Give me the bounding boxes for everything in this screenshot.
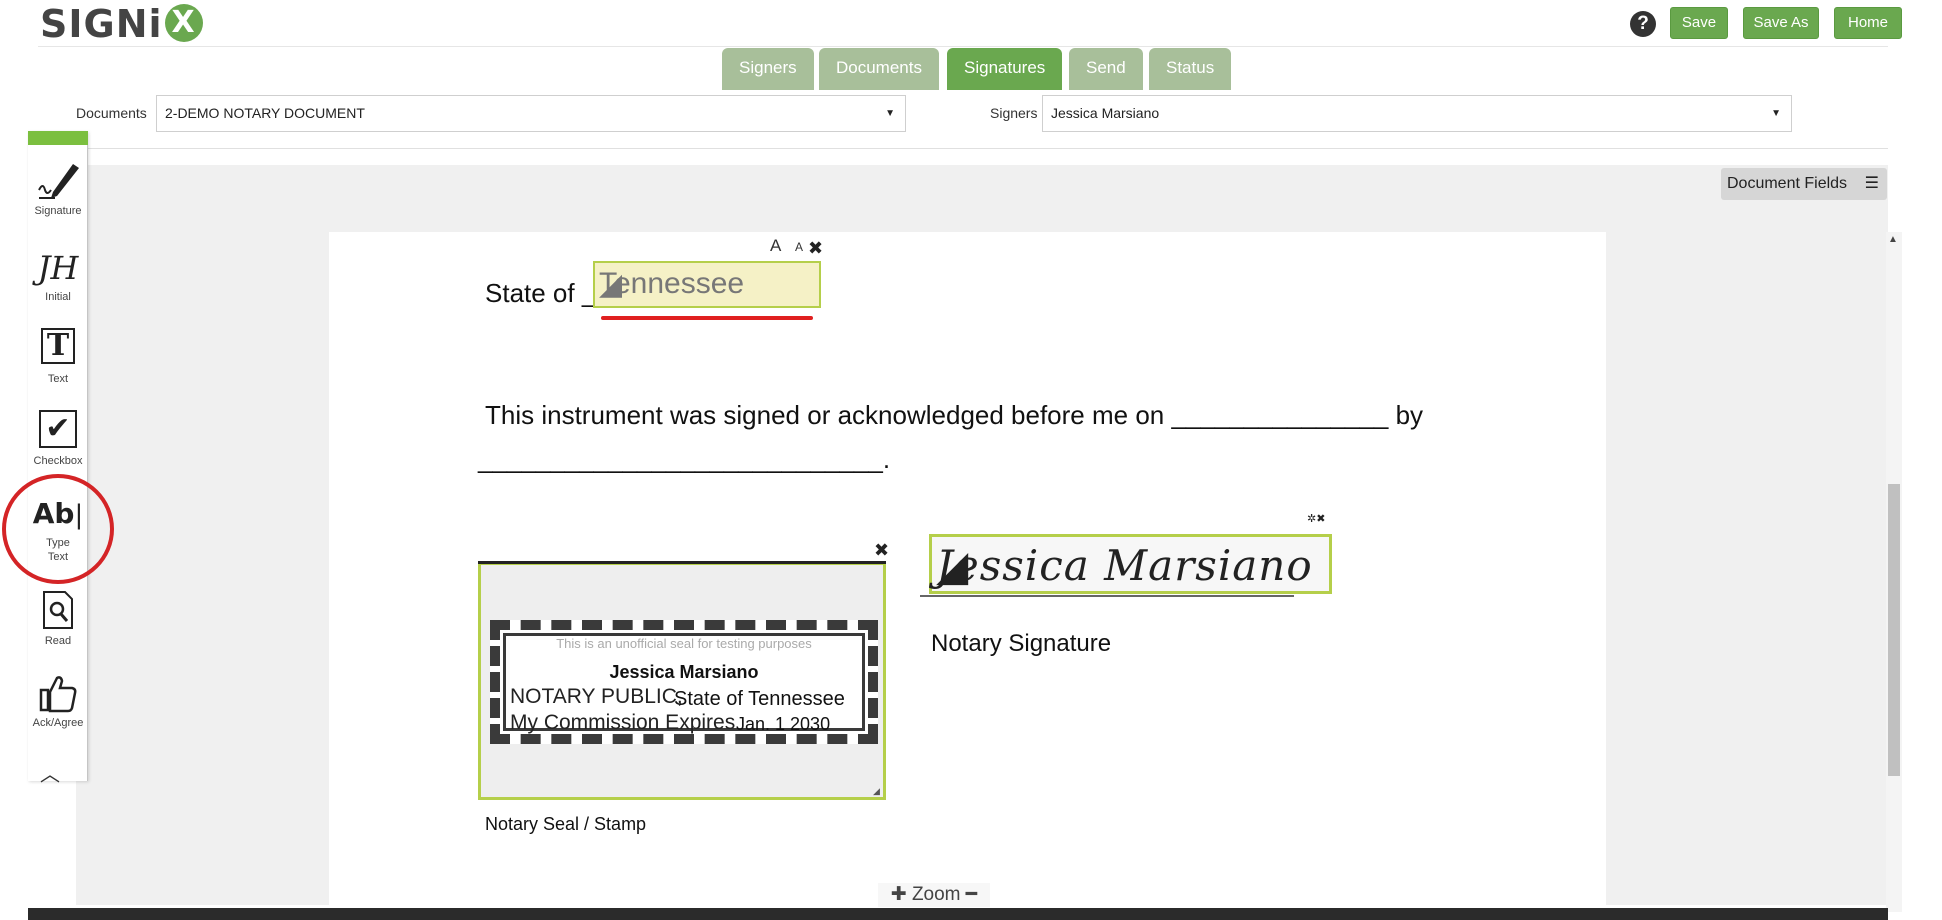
- palette-tool-signature[interactable]: Signature: [28, 160, 88, 218]
- seal-caption: Notary Seal / Stamp: [485, 814, 647, 834]
- field-palette: Signature JH Initial T Text ✔ Checkbox A…: [28, 131, 88, 781]
- signers-select[interactable]: Jessica Marsiano ▼: [1042, 95, 1792, 132]
- palette-header: [28, 131, 88, 145]
- seal-date: Jan. 1 2030: [736, 714, 831, 734]
- header-divider: [38, 46, 1888, 47]
- tab-send[interactable]: Send: [1069, 48, 1143, 90]
- documents-label: Documents: [76, 105, 147, 121]
- resize-handle-icon[interactable]: ◢: [599, 267, 817, 304]
- signix-logo: SIGNi X: [40, 4, 203, 44]
- signers-select-value: Jessica Marsiano: [1051, 105, 1160, 121]
- palette-tool-initial[interactable]: JH Initial: [28, 246, 88, 304]
- signature-line: [920, 595, 1294, 597]
- chevron-down-icon: ▼: [1771, 108, 1781, 119]
- initial-icon: JH: [37, 249, 79, 287]
- resize-handle-icon[interactable]: ◢: [873, 786, 880, 797]
- close-icon[interactable]: ✖: [1316, 513, 1325, 525]
- tab-documents[interactable]: Documents: [819, 48, 939, 90]
- checkbox-icon: ✔: [28, 410, 88, 454]
- seal-field-top-border: [478, 561, 886, 564]
- document-fields-label: Document Fields: [1727, 175, 1848, 192]
- selector-divider: [74, 148, 1888, 149]
- scrollbar-thumb[interactable]: [1888, 484, 1900, 776]
- seal-notary-public: NOTARY PUBLIC,: [510, 685, 683, 708]
- font-decrease-icon[interactable]: A: [795, 240, 803, 254]
- save-button[interactable]: Save: [1670, 7, 1728, 39]
- signers-label: Signers: [990, 105, 1038, 121]
- font-increase-icon[interactable]: A: [770, 236, 781, 256]
- zoom-control: ✚ Zoom ━: [878, 883, 990, 907]
- palette-label: Initial: [45, 291, 71, 303]
- tab-signatures[interactable]: Signatures: [947, 48, 1063, 90]
- palette-label: Signature: [34, 205, 82, 217]
- tab-signers[interactable]: Signers: [722, 48, 814, 90]
- signature-field[interactable]: Jessica Marsiano ◢: [929, 534, 1332, 594]
- palette-tool-checkbox[interactable]: ✔ Checkbox: [28, 410, 88, 468]
- instrument-text: This instrument was signed or acknowledg…: [485, 400, 1424, 430]
- palette-label: Ack/Agree: [32, 717, 84, 729]
- seal-note: This is an unofficial seal for testing p…: [556, 636, 812, 651]
- seal-name: Jessica Marsiano: [609, 662, 759, 682]
- notary-seal-image: This is an unofficial seal for testing p…: [490, 620, 878, 744]
- document-fields-button[interactable]: Document Fields ☰: [1721, 168, 1887, 200]
- help-icon[interactable]: ?: [1630, 11, 1656, 37]
- chevron-down-icon: ▼: [885, 108, 895, 119]
- palette-label: Read: [44, 635, 72, 647]
- zoom-in-icon[interactable]: ✚: [891, 884, 907, 905]
- save-as-button[interactable]: Save As: [1743, 7, 1819, 39]
- thumbs-up-icon: [28, 672, 88, 716]
- text-icon: T: [28, 328, 88, 372]
- palette-label: Checkbox: [33, 455, 83, 467]
- zoom-label: Zoom: [911, 884, 961, 905]
- seal-state: State of Tennessee: [674, 688, 845, 710]
- pen-icon: [28, 160, 88, 204]
- resize-handle-icon[interactable]: ◢: [936, 541, 1327, 590]
- highlight-underline: [601, 316, 813, 320]
- zoom-out-icon[interactable]: ━: [966, 884, 977, 905]
- palette-tool-ack-agree[interactable]: Ack/Agree: [28, 672, 88, 730]
- highlight-circle: [2, 474, 114, 584]
- scroll-up-icon[interactable]: ▲: [1888, 234, 1898, 245]
- state-text-field[interactable]: Tennessee ◢: [593, 261, 821, 308]
- palette-tool-text[interactable]: T Text: [28, 328, 88, 386]
- bottom-bar: [28, 908, 1888, 920]
- tab-status[interactable]: Status: [1149, 48, 1232, 90]
- close-icon[interactable]: ✖: [874, 540, 889, 561]
- documents-select-value: 2-DEMO NOTARY DOCUMENT: [165, 105, 365, 121]
- close-icon[interactable]: ✖: [808, 238, 823, 259]
- palette-label: Text: [47, 373, 69, 385]
- chevron-up-icon[interactable]: ︿: [40, 758, 60, 787]
- read-icon: [28, 590, 88, 634]
- state-of-text: State of _: [485, 278, 597, 308]
- home-button[interactable]: Home: [1834, 7, 1902, 39]
- signature-caption: Notary Signature: [931, 630, 1112, 657]
- blank-line-text: ____________________________.: [478, 444, 891, 474]
- signature-field-controls[interactable]: ✲✖: [1307, 512, 1325, 525]
- list-icon: ☰: [1864, 175, 1879, 192]
- palette-tool-read[interactable]: Read: [28, 590, 88, 648]
- documents-select[interactable]: 2-DEMO NOTARY DOCUMENT ▼: [156, 95, 906, 132]
- seal-expires: My Commission Expires: [510, 711, 736, 734]
- gear-icon[interactable]: ✲: [1307, 513, 1316, 525]
